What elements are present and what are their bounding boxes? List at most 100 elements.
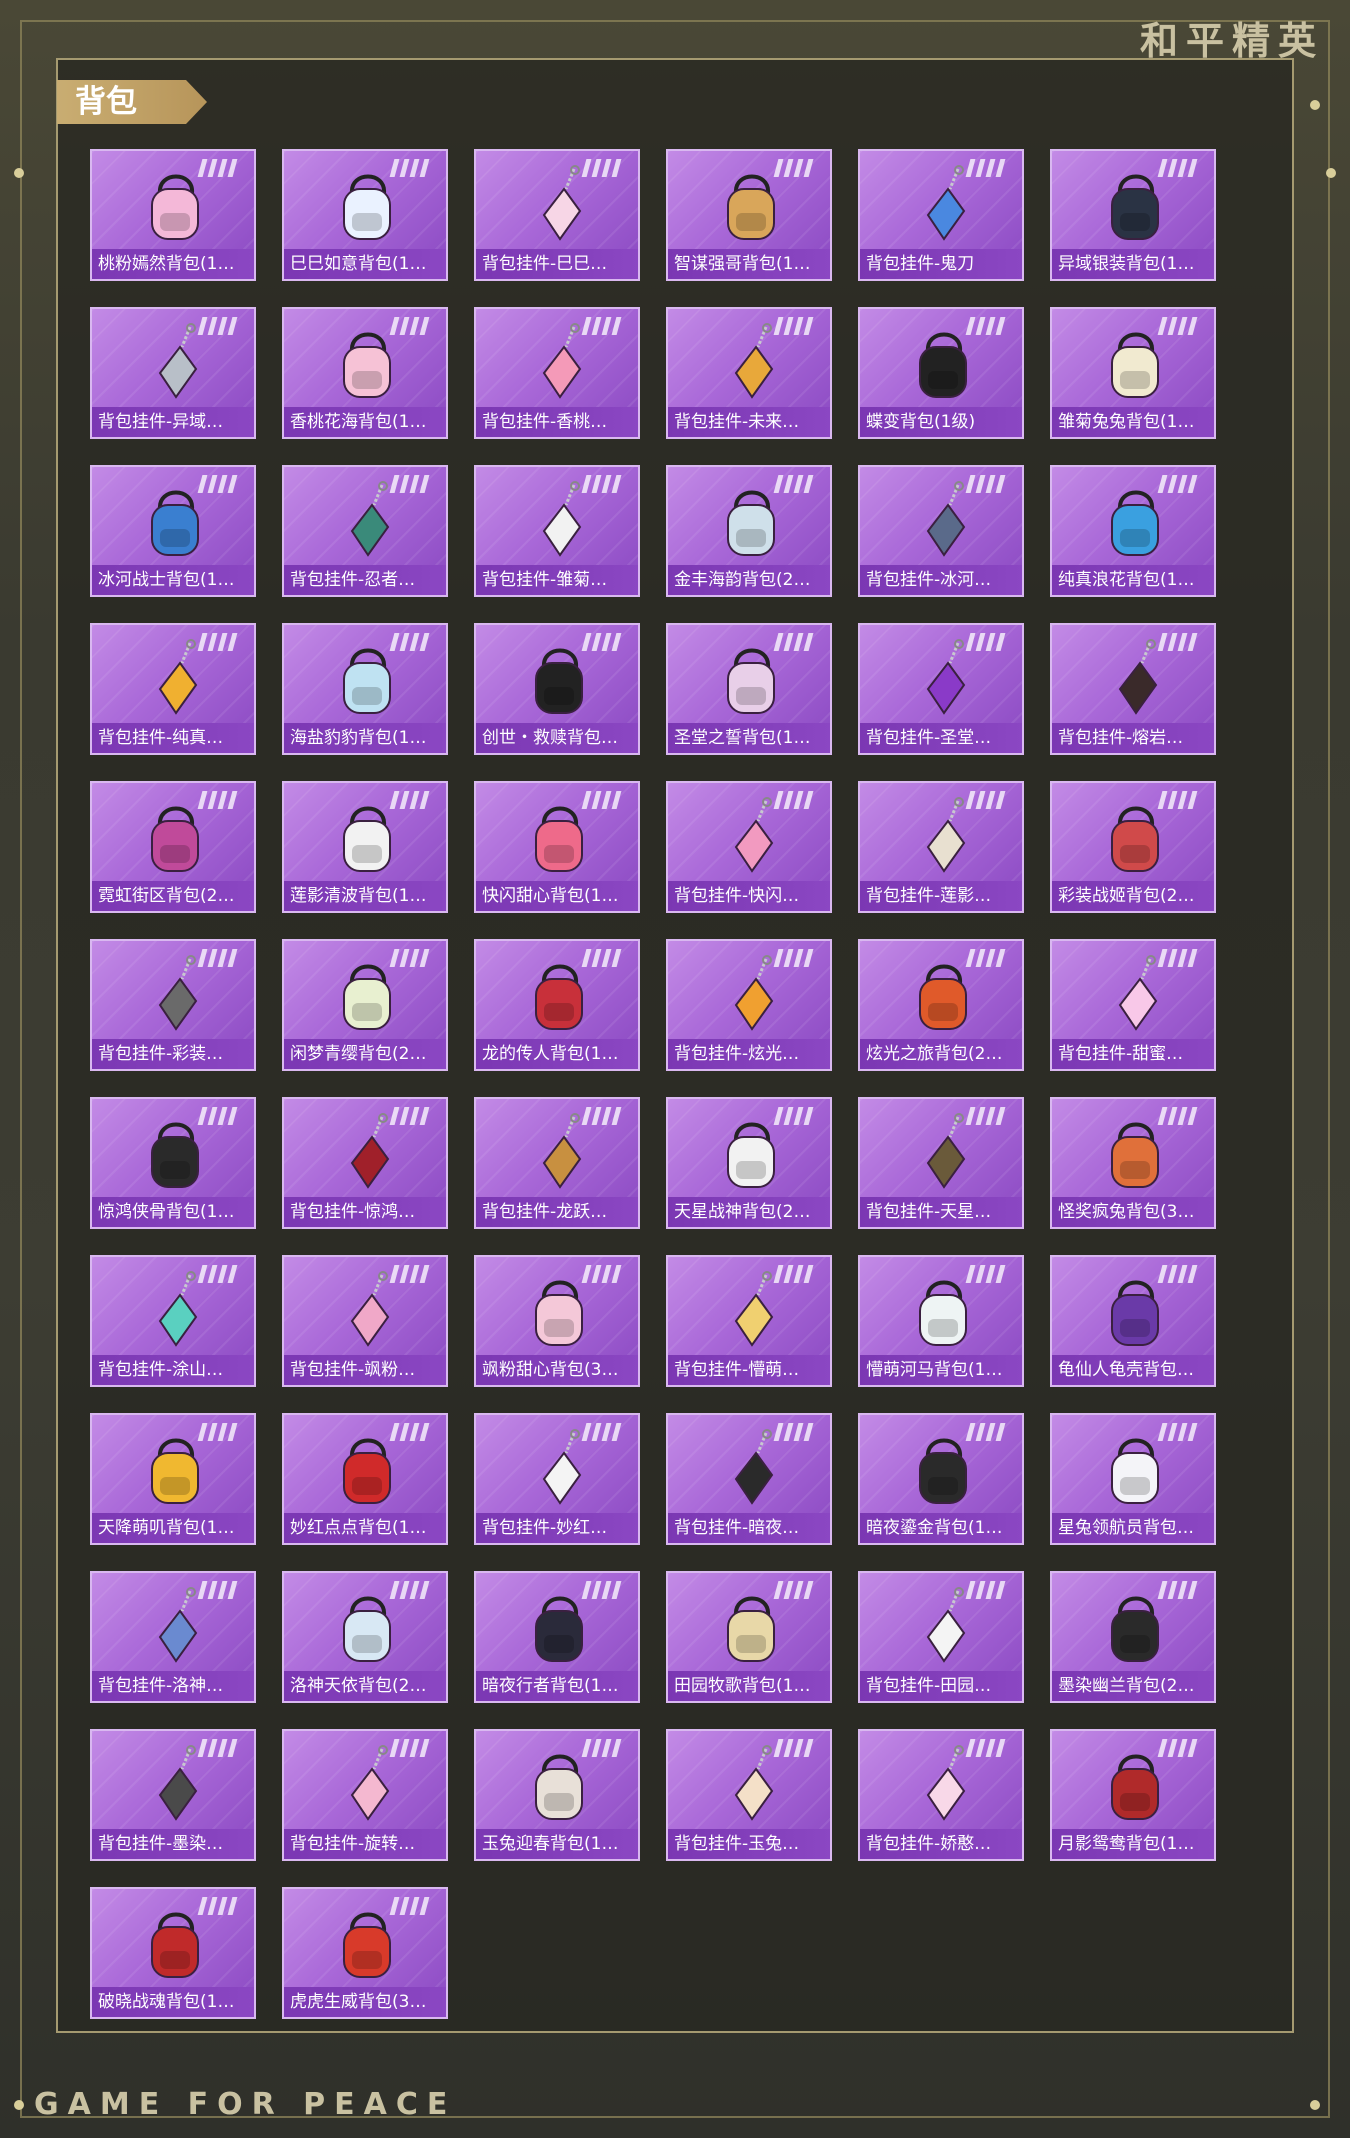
footer-brand: GAME FOR PEACE — [34, 2087, 457, 2122]
item-card[interactable]: 背包挂件-田园… — [858, 1571, 1024, 1703]
item-card[interactable]: 怪奖疯兔背包(3… — [1050, 1097, 1216, 1229]
item-card[interactable]: 香桃花海背包(1… — [282, 307, 448, 439]
item-card[interactable]: 冰河战士背包(1… — [90, 465, 256, 597]
item-card[interactable]: 背包挂件-暗夜… — [666, 1413, 832, 1545]
item-card[interactable]: 墨染幽兰背包(2… — [1050, 1571, 1216, 1703]
item-card[interactable]: 破晓战魂背包(1… — [90, 1887, 256, 2019]
item-card[interactable]: 纯真浪花背包(1… — [1050, 465, 1216, 597]
item-card[interactable]: 炫光之旅背包(2… — [858, 939, 1024, 1071]
item-card[interactable]: 霓虹街区背包(2… — [90, 781, 256, 913]
item-card[interactable]: 背包挂件-龙跃… — [474, 1097, 640, 1229]
backpack-icon — [1111, 1122, 1159, 1188]
item-card[interactable]: 惊鸿侠骨背包(1… — [90, 1097, 256, 1229]
backpack-icon — [727, 1596, 775, 1662]
pendant-icon — [734, 797, 774, 873]
item-card[interactable]: 金丰海韵背包(2… — [666, 465, 832, 597]
item-card[interactable]: 月影鸳鸯背包(1… — [1050, 1729, 1216, 1861]
item-card[interactable]: 雏菊兔兔背包(1… — [1050, 307, 1216, 439]
item-label: 暗夜鎏金背包(1… — [860, 1513, 1022, 1543]
item-card[interactable]: 创世・救赎背包… — [474, 623, 640, 755]
item-label: 龙的传人背包(1… — [476, 1039, 638, 1069]
item-card[interactable]: 闲梦青缨背包(2… — [282, 939, 448, 1071]
item-card[interactable]: 懵萌河马背包(1… — [858, 1255, 1024, 1387]
item-card[interactable]: 背包挂件-香桃… — [474, 307, 640, 439]
item-card[interactable]: 蝶变背包(1级) — [858, 307, 1024, 439]
item-label: 香桃花海背包(1… — [284, 407, 446, 437]
item-label: 金丰海韵背包(2… — [668, 565, 830, 595]
item-label: 背包挂件-雏菊… — [476, 565, 638, 595]
item-card[interactable]: 背包挂件-天星… — [858, 1097, 1024, 1229]
item-card[interactable]: 背包挂件-娇憨… — [858, 1729, 1024, 1861]
item-card[interactable]: 暗夜行者背包(1… — [474, 1571, 640, 1703]
item-label: 怪奖疯兔背包(3… — [1052, 1197, 1214, 1227]
item-card[interactable]: 背包挂件-懵萌… — [666, 1255, 832, 1387]
backpack-icon — [919, 964, 967, 1030]
item-card[interactable]: 背包挂件-圣堂… — [858, 623, 1024, 755]
backpack-icon — [1111, 332, 1159, 398]
item-card[interactable]: 异域银装背包(1… — [1050, 149, 1216, 281]
item-label: 懵萌河马背包(1… — [860, 1355, 1022, 1385]
item-label: 背包挂件-冰河… — [860, 565, 1022, 595]
item-card[interactable]: 星兔领航员背包… — [1050, 1413, 1216, 1545]
pendant-icon — [542, 1113, 582, 1189]
item-card[interactable]: 莲影清波背包(1… — [282, 781, 448, 913]
item-card[interactable]: 背包挂件-惊鸿… — [282, 1097, 448, 1229]
backpack-icon — [151, 1438, 199, 1504]
item-card[interactable]: 背包挂件-玉兔… — [666, 1729, 832, 1861]
item-card[interactable]: 背包挂件-冰河… — [858, 465, 1024, 597]
item-label: 月影鸳鸯背包(1… — [1052, 1829, 1214, 1859]
item-card[interactable]: 圣堂之誓背包(1… — [666, 623, 832, 755]
section-tab[interactable]: 背包 — [57, 80, 207, 124]
item-card[interactable]: 智谋强哥背包(1… — [666, 149, 832, 281]
pendant-icon — [734, 955, 774, 1031]
item-card[interactable]: 巳巳如意背包(1… — [282, 149, 448, 281]
item-card[interactable]: 背包挂件-巳巳… — [474, 149, 640, 281]
backpack-icon — [151, 174, 199, 240]
item-label: 妙红点点背包(1… — [284, 1513, 446, 1543]
item-card[interactable]: 背包挂件-纯真… — [90, 623, 256, 755]
item-card[interactable]: 背包挂件-墨染… — [90, 1729, 256, 1861]
item-card[interactable]: 桃粉嫣然背包(1… — [90, 149, 256, 281]
item-card[interactable]: 虎虎生威背包(3… — [282, 1887, 448, 2019]
item-card[interactable]: 背包挂件-甜蜜… — [1050, 939, 1216, 1071]
pendant-icon — [926, 1745, 966, 1821]
item-card[interactable]: 背包挂件-熔岩… — [1050, 623, 1216, 755]
item-card[interactable]: 妙红点点背包(1… — [282, 1413, 448, 1545]
item-label: 背包挂件-飒粉… — [284, 1355, 446, 1385]
item-card[interactable]: 背包挂件-未来… — [666, 307, 832, 439]
item-card[interactable]: 背包挂件-旋转… — [282, 1729, 448, 1861]
item-card[interactable]: 背包挂件-炫光… — [666, 939, 832, 1071]
item-label: 惊鸿侠骨背包(1… — [92, 1197, 254, 1227]
item-card[interactable]: 玉兔迎春背包(1… — [474, 1729, 640, 1861]
item-label: 背包挂件-香桃… — [476, 407, 638, 437]
item-label: 巳巳如意背包(1… — [284, 249, 446, 279]
item-card[interactable]: 背包挂件-鬼刀 — [858, 149, 1024, 281]
item-card[interactable]: 背包挂件-涂山… — [90, 1255, 256, 1387]
item-card[interactable]: 龙的传人背包(1… — [474, 939, 640, 1071]
pendant-icon — [542, 165, 582, 241]
item-card[interactable]: 背包挂件-飒粉… — [282, 1255, 448, 1387]
backpack-icon — [343, 174, 391, 240]
item-card[interactable]: 海盐豹豹背包(1… — [282, 623, 448, 755]
item-card[interactable]: 暗夜鎏金背包(1… — [858, 1413, 1024, 1545]
item-card[interactable]: 背包挂件-忍者… — [282, 465, 448, 597]
item-card[interactable]: 背包挂件-异域… — [90, 307, 256, 439]
item-card[interactable]: 背包挂件-莲影… — [858, 781, 1024, 913]
item-card[interactable]: 背包挂件-快闪… — [666, 781, 832, 913]
pendant-icon — [926, 639, 966, 715]
item-card[interactable]: 龟仙人龟壳背包… — [1050, 1255, 1216, 1387]
item-label: 天降萌叽背包(1… — [92, 1513, 254, 1543]
item-card[interactable]: 背包挂件-妙红… — [474, 1413, 640, 1545]
item-label: 莲影清波背包(1… — [284, 881, 446, 911]
item-card[interactable]: 彩装战姬背包(2… — [1050, 781, 1216, 913]
item-card[interactable]: 快闪甜心背包(1… — [474, 781, 640, 913]
item-card[interactable]: 洛神天依背包(2… — [282, 1571, 448, 1703]
item-card[interactable]: 天降萌叽背包(1… — [90, 1413, 256, 1545]
item-card[interactable]: 天星战神背包(2… — [666, 1097, 832, 1229]
item-card[interactable]: 飒粉甜心背包(3… — [474, 1255, 640, 1387]
item-card[interactable]: 田园牧歌背包(1… — [666, 1571, 832, 1703]
item-card[interactable]: 背包挂件-彩装… — [90, 939, 256, 1071]
backpack-icon — [1111, 1596, 1159, 1662]
item-card[interactable]: 背包挂件-洛神… — [90, 1571, 256, 1703]
item-card[interactable]: 背包挂件-雏菊… — [474, 465, 640, 597]
